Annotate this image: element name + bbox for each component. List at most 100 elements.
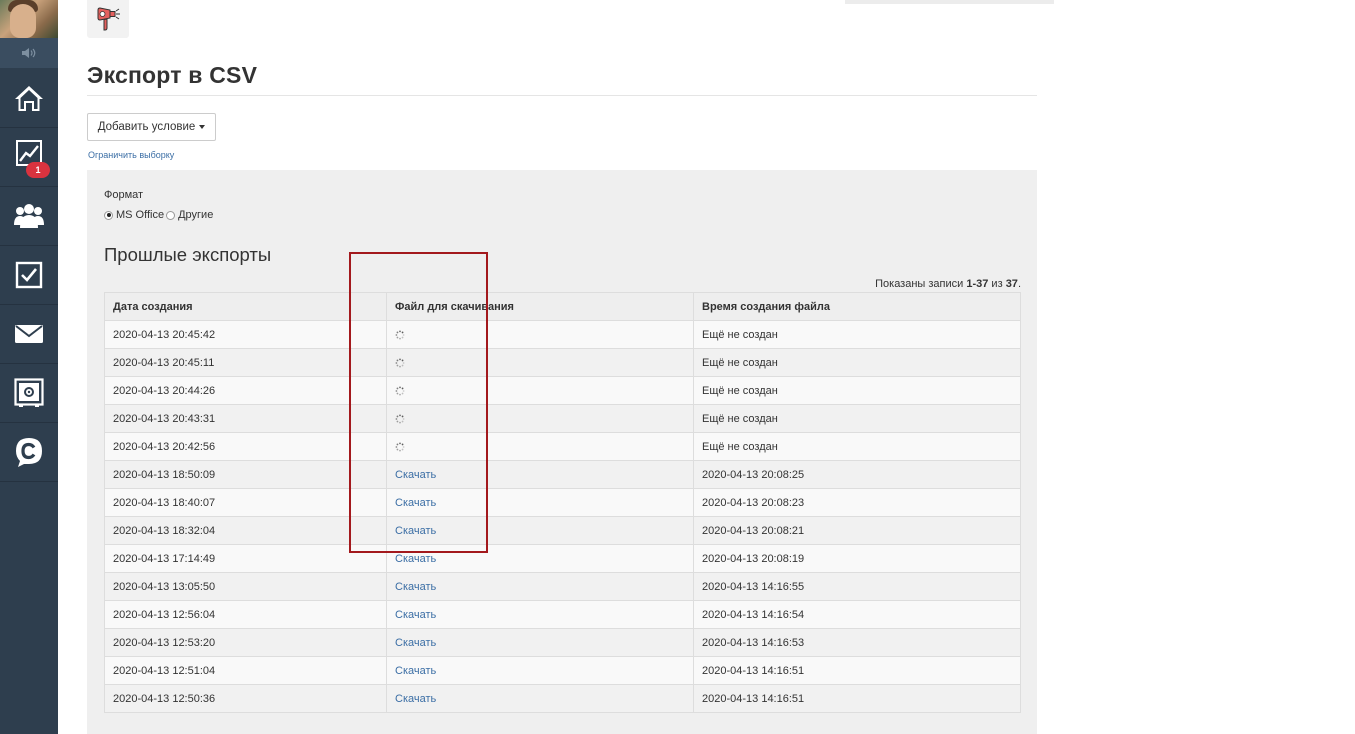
cell-file-time: Ещё не создан <box>693 348 1021 377</box>
format-option-label: Другие <box>178 209 214 221</box>
records-total: 37 <box>1005 278 1018 290</box>
users-icon <box>14 204 44 228</box>
table-row: 2020-04-13 12:50:36 Скачать 2020-04-13 14:… <box>104 684 1021 713</box>
past-exports-table: Дата создания Файл для скачивания Время … <box>104 292 1021 713</box>
cell-file-time: 2020-04-13 14:16:54 <box>693 600 1021 629</box>
sidebar: 1 <box>0 0 58 734</box>
app-logo[interactable] <box>87 0 129 38</box>
cell-file-time: 2020-04-13 14:16:51 <box>693 684 1021 713</box>
cell-file: Скачать <box>386 488 694 517</box>
cell-file-time: 2020-04-13 14:16:51 <box>693 656 1021 685</box>
format-radio-other[interactable] <box>166 210 176 220</box>
format-radio-ms-office[interactable] <box>104 210 113 220</box>
cell-created: 2020-04-13 20:44:26 <box>104 376 387 405</box>
cell-file-time: 2020-04-13 14:16:53 <box>693 628 1021 657</box>
mail-icon <box>15 325 43 343</box>
cell-file: Скачать <box>386 684 694 713</box>
table-row: 2020-04-13 18:50:09 Скачать 2020-04-13 20:… <box>104 460 1021 489</box>
cell-created: 2020-04-13 20:42:56 <box>104 432 387 461</box>
cell-created: 2020-04-13 18:50:09 <box>104 460 387 489</box>
cell-created: 2020-04-13 13:05:50 <box>104 572 387 601</box>
download-link[interactable]: Скачать <box>395 553 436 565</box>
cell-file: Скачать <box>386 656 694 685</box>
cell-created: 2020-04-13 12:53:20 <box>104 628 387 657</box>
cell-file: Скачать <box>386 460 694 489</box>
cell-file-time: 2020-04-13 20:08:21 <box>693 516 1021 545</box>
download-link[interactable]: Скачать <box>395 525 436 537</box>
cell-created: 2020-04-13 18:32:04 <box>104 516 387 545</box>
table-row: 2020-04-13 18:40:07 Скачать 2020-04-13 20:… <box>104 488 1021 517</box>
cell-created: 2020-04-13 20:43:31 <box>104 404 387 433</box>
sidebar-item-analytics[interactable]: 1 <box>0 128 58 187</box>
cell-created: 2020-04-13 12:51:04 <box>104 656 387 685</box>
table-row: 2020-04-13 20:44:26 Ещё не создан <box>104 376 1021 405</box>
loading-spinner-icon <box>395 358 405 368</box>
download-link[interactable]: Скачать <box>395 469 436 481</box>
cell-file-time: Ещё не создан <box>693 432 1021 461</box>
table-row: 2020-04-13 20:45:11 Ещё не создан <box>104 348 1021 377</box>
cell-file-time: 2020-04-13 20:08:19 <box>693 544 1021 573</box>
download-link[interactable]: Скачать <box>395 665 436 677</box>
format-label: Формат <box>104 189 144 201</box>
download-link[interactable]: Скачать <box>395 581 436 593</box>
top-search-strip <box>845 0 1054 4</box>
cell-file-time: Ещё не создан <box>693 404 1021 433</box>
download-link[interactable]: Скачать <box>395 693 436 705</box>
cell-file <box>386 348 694 377</box>
cell-file: Скачать <box>386 572 694 601</box>
format-option-label: MS Office <box>116 209 165 221</box>
cell-file-time: 2020-04-13 20:08:23 <box>693 488 1021 517</box>
records-suffix: . <box>1017 278 1021 290</box>
download-link[interactable]: Скачать <box>395 637 436 649</box>
loading-spinner-icon <box>395 386 405 396</box>
table-header-row: Дата создания Файл для скачивания Время … <box>104 292 1021 321</box>
cell-file <box>386 376 694 405</box>
past-exports-title: Прошлые экспорты <box>104 244 272 265</box>
sidebar-item-chat[interactable] <box>0 423 58 482</box>
table-row: 2020-04-13 20:42:56 Ещё не создан <box>104 432 1021 461</box>
cell-file-time: Ещё не создан <box>693 320 1021 349</box>
records-prefix: Показаны записи <box>875 278 967 290</box>
download-link[interactable]: Скачать <box>395 609 436 621</box>
cell-created: 2020-04-13 18:40:07 <box>104 488 387 517</box>
add-condition-label: Добавить условие <box>97 121 196 133</box>
table-row: 2020-04-13 12:53:20 Скачать 2020-04-13 14:… <box>104 628 1021 657</box>
cell-created: 2020-04-13 12:56:04 <box>104 600 387 629</box>
cell-file <box>386 404 694 433</box>
sound-toggle[interactable] <box>0 38 58 68</box>
title-divider <box>87 95 1037 96</box>
table-row: 2020-04-13 20:45:42 Ещё не создан <box>104 320 1021 349</box>
tasks-icon <box>15 261 43 289</box>
cell-file: Скачать <box>386 628 694 657</box>
hair-dryer-icon <box>97 7 120 31</box>
sidebar-item-mail[interactable] <box>0 305 58 364</box>
home-icon <box>15 86 43 111</box>
cell-file: Скачать <box>386 600 694 629</box>
format-options: MS Office Другие <box>104 209 215 221</box>
column-header-created[interactable]: Дата создания <box>104 292 387 321</box>
column-header-file-time[interactable]: Время создания файла <box>693 292 1021 321</box>
sidebar-item-contacts[interactable] <box>0 187 58 246</box>
table-row: 2020-04-13 12:51:04 Скачать 2020-04-13 14:… <box>104 656 1021 685</box>
sidebar-item-home[interactable] <box>0 69 58 128</box>
cell-file: Скачать <box>386 544 694 573</box>
records-info: Показаны записи 1-37 из 37. <box>875 278 1021 290</box>
table-row: 2020-04-13 13:05:50 Скачать 2020-04-13 14:… <box>104 572 1021 601</box>
column-header-file[interactable]: Файл для скачивания <box>386 292 694 321</box>
add-condition-button[interactable]: Добавить условие <box>87 113 216 141</box>
avatar-face <box>10 4 36 38</box>
sidebar-item-tasks[interactable] <box>0 246 58 305</box>
chat-icon <box>16 438 42 467</box>
speaker-icon <box>22 48 36 58</box>
sidebar-item-safe[interactable] <box>0 364 58 423</box>
cell-created: 2020-04-13 20:45:42 <box>104 320 387 349</box>
table-row: 2020-04-13 18:32:04 Скачать 2020-04-13 20:… <box>104 516 1021 545</box>
caret-down-icon <box>199 125 206 129</box>
cell-created: 2020-04-13 17:14:49 <box>104 544 387 573</box>
avatar[interactable] <box>0 0 58 38</box>
loading-spinner-icon <box>395 414 405 424</box>
cell-file-time: 2020-04-13 20:08:25 <box>693 460 1021 489</box>
cell-file <box>386 432 694 461</box>
limit-selection-link[interactable]: Ограничить выборку <box>88 150 174 160</box>
download-link[interactable]: Скачать <box>395 497 436 509</box>
